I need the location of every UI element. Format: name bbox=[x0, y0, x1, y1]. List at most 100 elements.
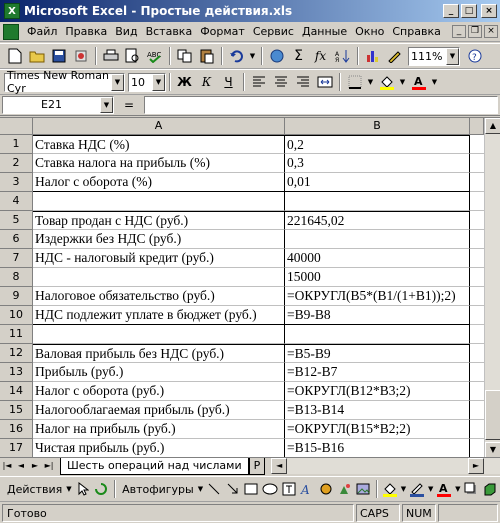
autoshapes-menu[interactable]: Автофигуры bbox=[119, 483, 197, 496]
undo-dropdown-icon[interactable]: ▼ bbox=[248, 46, 257, 66]
next-tab-icon[interactable]: ► bbox=[28, 459, 42, 473]
column-header-c[interactable] bbox=[470, 118, 484, 135]
cell-c[interactable] bbox=[470, 211, 484, 230]
chevron-down-icon[interactable]: ▼ bbox=[427, 479, 435, 499]
row-header[interactable]: 17 bbox=[0, 439, 33, 457]
row-header[interactable]: 10 bbox=[0, 306, 33, 325]
row-header[interactable]: 13 bbox=[0, 363, 33, 382]
close-button[interactable]: × bbox=[481, 4, 497, 18]
cell-b[interactable]: =B15-B16 bbox=[285, 439, 470, 457]
open-icon[interactable] bbox=[26, 46, 47, 66]
chevron-down-icon[interactable]: ▼ bbox=[111, 73, 124, 91]
horizontal-scrollbar[interactable]: ◄ ► bbox=[271, 458, 500, 474]
print-icon[interactable] bbox=[100, 46, 121, 66]
cell-a[interactable]: Ставка налога на прибыль (%) bbox=[33, 154, 285, 173]
permission-icon[interactable] bbox=[70, 46, 91, 66]
cell-c[interactable] bbox=[470, 230, 484, 249]
cell-a[interactable]: Издержки без НДС (руб.) bbox=[33, 230, 285, 249]
row-header[interactable]: 7 bbox=[0, 249, 33, 268]
print-preview-icon[interactable] bbox=[122, 46, 143, 66]
workbook-minimize-button[interactable]: _ bbox=[452, 25, 466, 38]
cell-c[interactable] bbox=[470, 173, 484, 192]
fill-color-icon[interactable] bbox=[381, 479, 399, 499]
cell-c[interactable] bbox=[470, 401, 484, 420]
menu-help[interactable]: Справка bbox=[388, 25, 444, 38]
diagram-icon[interactable] bbox=[317, 479, 335, 499]
scroll-up-icon[interactable]: ▲ bbox=[485, 118, 500, 134]
autosum-icon[interactable]: Σ bbox=[288, 46, 309, 66]
cell-c[interactable] bbox=[470, 306, 484, 325]
chevron-down-icon[interactable]: ▼ bbox=[430, 72, 439, 92]
row-header[interactable]: 6 bbox=[0, 230, 33, 249]
borders-icon[interactable] bbox=[344, 72, 365, 92]
cell-a[interactable]: Налогооблагаемая прибыль (руб.) bbox=[33, 401, 285, 420]
cell-c[interactable] bbox=[470, 192, 484, 211]
chevron-down-icon[interactable]: ▼ bbox=[454, 479, 462, 499]
row-header[interactable]: 1 bbox=[0, 135, 33, 154]
menu-window[interactable]: Окно bbox=[351, 25, 388, 38]
font-color-icon[interactable]: A bbox=[408, 72, 429, 92]
row-header[interactable]: 15 bbox=[0, 401, 33, 420]
workbook-icon[interactable] bbox=[3, 23, 19, 40]
cell-c[interactable] bbox=[470, 268, 484, 287]
bold-button[interactable]: Ж bbox=[174, 72, 195, 92]
function-icon[interactable]: fx bbox=[310, 46, 331, 66]
3d-icon[interactable] bbox=[481, 479, 499, 499]
picture-icon[interactable] bbox=[354, 479, 372, 499]
cell-b[interactable]: 40000 bbox=[285, 249, 470, 268]
arrow-icon[interactable] bbox=[224, 479, 242, 499]
copy-icon[interactable] bbox=[174, 46, 195, 66]
wordart-icon[interactable]: A bbox=[298, 479, 316, 499]
cell-a[interactable]: Прибыль (руб.) bbox=[33, 363, 285, 382]
row-header[interactable]: 11 bbox=[0, 325, 33, 344]
oval-icon[interactable] bbox=[261, 479, 279, 499]
column-header-b[interactable]: B bbox=[285, 118, 470, 135]
menu-edit[interactable]: Правка bbox=[61, 25, 111, 38]
cell-b[interactable]: =B12-B7 bbox=[285, 363, 470, 382]
chevron-down-icon[interactable]: ▼ bbox=[446, 47, 459, 65]
align-left-icon[interactable] bbox=[248, 72, 269, 92]
cell-b[interactable]: 0,2 bbox=[285, 135, 470, 154]
menu-tools[interactable]: Сервис bbox=[249, 25, 298, 38]
chevron-down-icon[interactable]: ▼ bbox=[366, 72, 375, 92]
workbook-close-button[interactable]: × bbox=[484, 25, 498, 38]
line-color-icon[interactable] bbox=[408, 479, 426, 499]
cell-a[interactable] bbox=[33, 268, 285, 287]
cell-c[interactable] bbox=[470, 363, 484, 382]
select-all-button[interactable] bbox=[0, 118, 33, 135]
new-icon[interactable] bbox=[4, 46, 25, 66]
sheet-tab-other[interactable]: Р bbox=[248, 457, 266, 475]
drawing-icon[interactable] bbox=[384, 46, 405, 66]
chevron-down-icon[interactable]: ▼ bbox=[398, 72, 407, 92]
cell-a[interactable]: НДС - налоговый кредит (руб.) bbox=[33, 249, 285, 268]
cell-a[interactable]: Налоговое обязательство (руб.) bbox=[33, 287, 285, 306]
cell-b[interactable]: 221645,02 bbox=[285, 211, 470, 230]
cell-a[interactable]: Налог с оборота (руб.) bbox=[33, 382, 285, 401]
cell-b[interactable] bbox=[285, 325, 470, 344]
zoom-select[interactable]: 111% ▼ bbox=[408, 46, 460, 66]
sheet-tab-active[interactable]: Шесть операций над числами bbox=[60, 457, 249, 475]
cell-b[interactable]: 0,01 bbox=[285, 173, 470, 192]
cell-c[interactable] bbox=[470, 325, 484, 344]
row-header[interactable]: 3 bbox=[0, 173, 33, 192]
chart-icon[interactable] bbox=[362, 46, 383, 66]
cell-a[interactable]: Чистая прибыль (руб.) bbox=[33, 439, 285, 457]
cell-a[interactable]: Налог на прибыль (руб.) bbox=[33, 420, 285, 439]
hyperlink-icon[interactable] bbox=[266, 46, 287, 66]
row-header[interactable]: 12 bbox=[0, 344, 33, 363]
row-header[interactable]: 4 bbox=[0, 192, 33, 211]
cell-b[interactable]: 0,3 bbox=[285, 154, 470, 173]
help-icon[interactable]: ? bbox=[464, 46, 485, 66]
last-tab-icon[interactable]: ►| bbox=[42, 459, 56, 473]
scroll-right-icon[interactable]: ► bbox=[468, 458, 484, 474]
actions-menu[interactable]: Действия bbox=[4, 483, 65, 496]
fill-color-icon[interactable] bbox=[376, 72, 397, 92]
sort-icon[interactable]: АЯ bbox=[332, 46, 353, 66]
chevron-down-icon[interactable]: ▼ bbox=[100, 97, 113, 113]
save-icon[interactable] bbox=[48, 46, 69, 66]
cell-c[interactable] bbox=[470, 154, 484, 173]
scroll-down-icon[interactable]: ▼ bbox=[485, 442, 500, 457]
prev-tab-icon[interactable]: ◄ bbox=[14, 459, 28, 473]
row-header[interactable]: 14 bbox=[0, 382, 33, 401]
cell-c[interactable] bbox=[470, 382, 484, 401]
